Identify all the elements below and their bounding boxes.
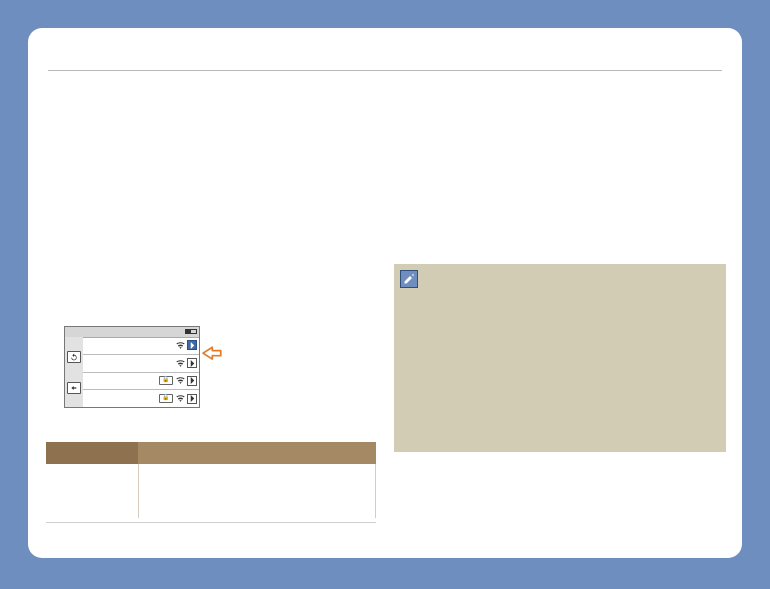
wifi-signal-icon — [175, 377, 185, 384]
back-button[interactable] — [67, 382, 81, 394]
wifi-row-open-button[interactable] — [187, 358, 197, 368]
chevron-right-icon — [190, 342, 195, 349]
refresh-button[interactable] — [67, 351, 81, 363]
table-header-cell — [46, 442, 138, 464]
table-header-cell — [138, 442, 376, 464]
table-row — [46, 464, 376, 518]
horizontal-rule — [48, 70, 722, 71]
wifi-network-selection-panel: 🔒 🔒 — [64, 326, 200, 408]
wifi-network-list: 🔒 🔒 — [83, 337, 199, 407]
battery-indicator-icon — [185, 329, 197, 334]
wifi-lock-badge: 🔒 — [159, 394, 173, 403]
wifi-row-open-button[interactable] — [187, 376, 197, 386]
wifi-network-row[interactable] — [83, 355, 199, 373]
table-header-row — [46, 442, 376, 464]
table-bottom-rule — [46, 522, 376, 523]
wifi-network-row[interactable]: 🔒 — [83, 390, 199, 407]
wifi-panel-body: 🔒 🔒 — [65, 337, 199, 407]
wifi-signal-icon — [175, 342, 185, 349]
wifi-signal-icon — [175, 395, 185, 402]
table-cell — [138, 464, 376, 518]
description-table — [46, 442, 376, 518]
manual-page: 🔒 🔒 — [28, 28, 742, 558]
wifi-panel-side-buttons — [65, 337, 83, 407]
wifi-row-open-button[interactable] — [187, 394, 197, 404]
note-panel — [394, 264, 726, 452]
wifi-lock-badge: 🔒 — [159, 376, 173, 385]
wifi-network-row[interactable] — [83, 337, 199, 355]
pencil-note-icon — [400, 270, 418, 288]
wifi-signal-icon — [175, 360, 185, 367]
chevron-right-icon — [190, 377, 195, 384]
hand-pointer-icon — [200, 343, 228, 363]
back-icon — [70, 384, 78, 392]
wifi-network-row[interactable]: 🔒 — [83, 373, 199, 391]
wifi-row-open-button[interactable] — [187, 340, 197, 350]
chevron-right-icon — [190, 360, 195, 367]
table-cell — [46, 464, 138, 518]
refresh-icon — [70, 353, 78, 361]
chevron-right-icon — [190, 395, 195, 402]
